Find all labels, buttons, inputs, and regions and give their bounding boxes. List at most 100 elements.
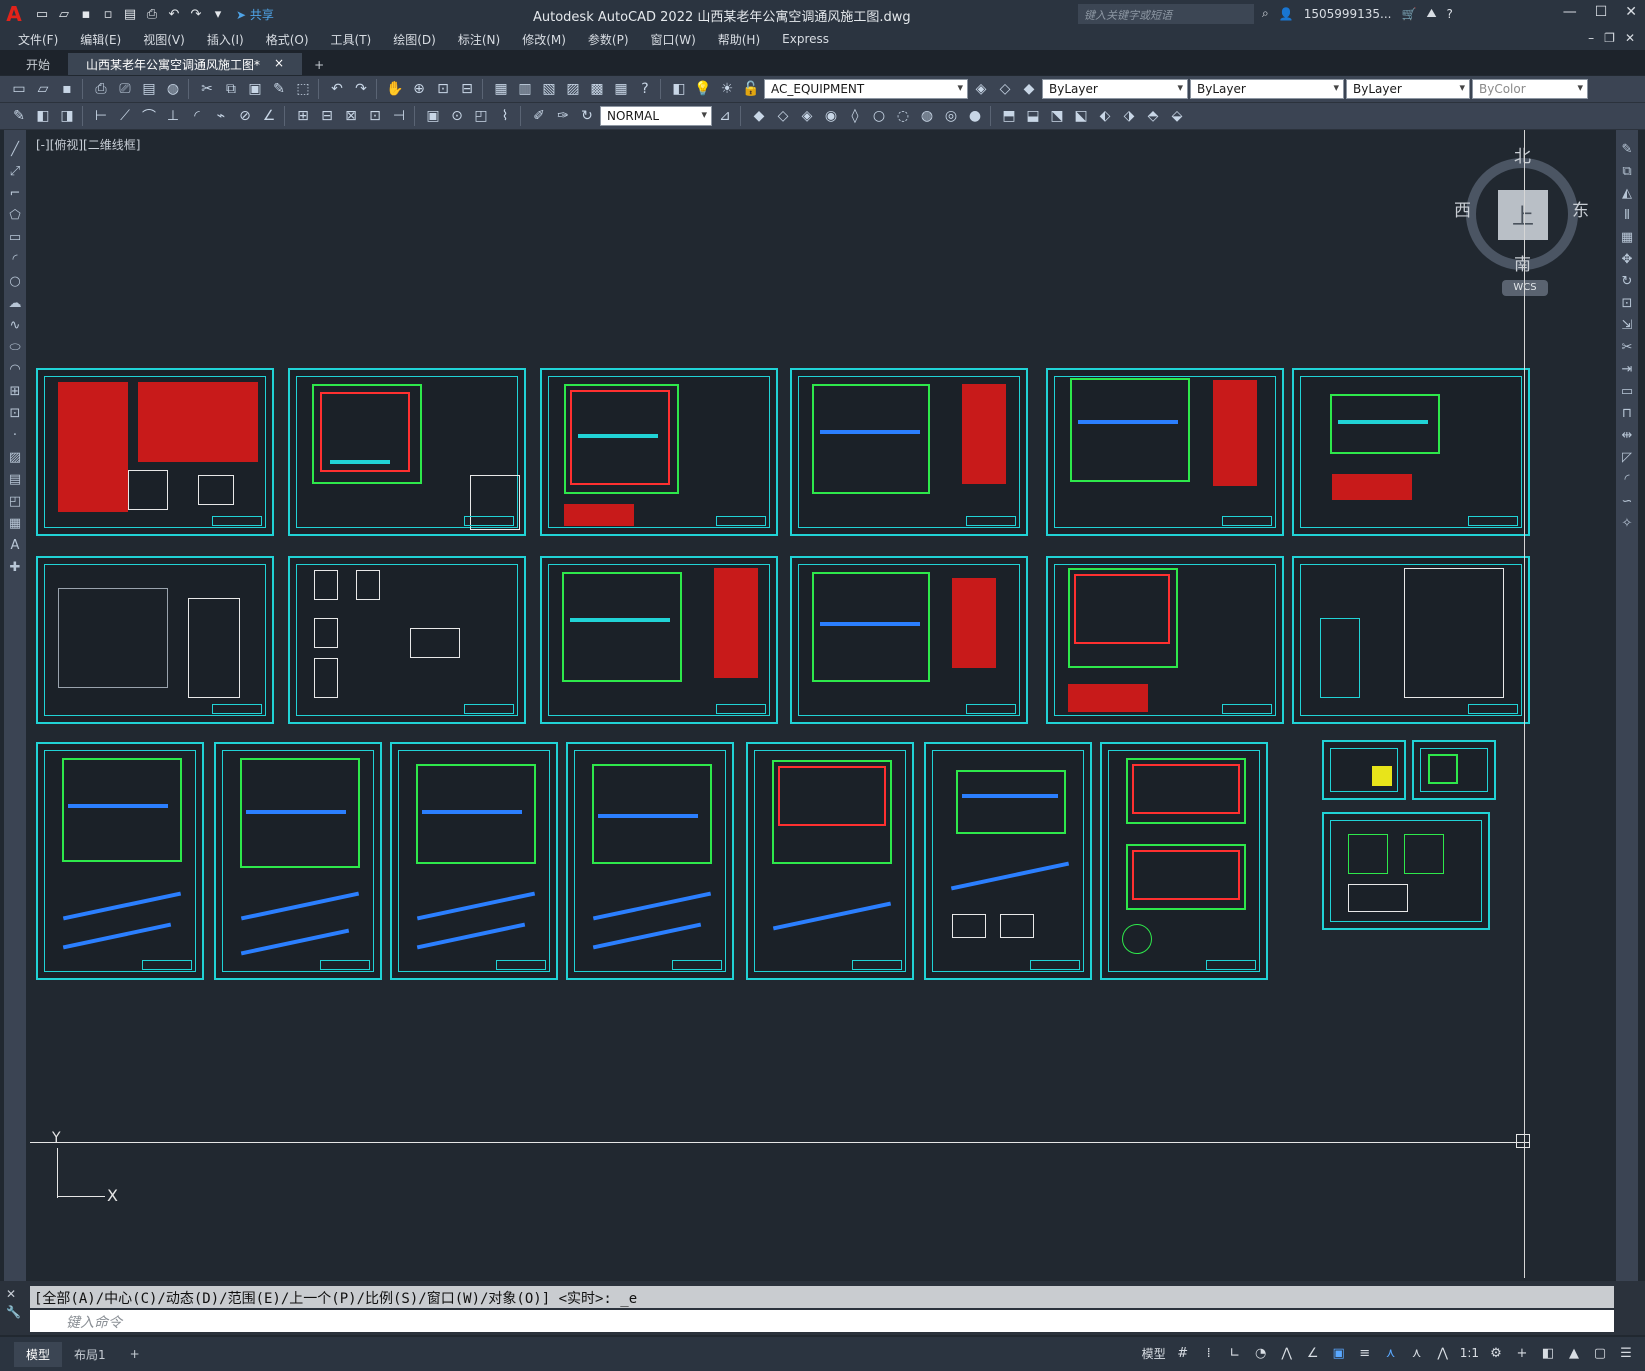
array-icon[interactable]: ▦ (1618, 228, 1636, 246)
ellipse-arc-icon[interactable]: ◠ (6, 360, 24, 378)
layer-previous-icon[interactable]: ◇ (994, 78, 1016, 100)
hatch-icon[interactable]: ▨ (6, 448, 24, 466)
zoom-window-icon[interactable]: ⊡ (432, 78, 454, 100)
line-icon[interactable]: ╱ (6, 140, 24, 158)
blend-icon[interactable]: ∽ (1618, 492, 1636, 510)
multiline-text-icon[interactable]: A (6, 536, 24, 554)
properties-icon[interactable]: ▦ (490, 78, 512, 100)
menu-parametric[interactable]: 参数(P) (588, 31, 641, 48)
tolerance-icon[interactable]: ▣ (422, 105, 444, 127)
jogged-linear-icon[interactable]: ⌇ (494, 105, 516, 127)
save-icon[interactable]: ▪ (76, 4, 96, 24)
add-selected-icon[interactable]: ✚ (6, 558, 24, 576)
break-point-icon[interactable]: ▭ (1618, 382, 1636, 400)
customize-icon[interactable]: 🔧 (6, 1305, 21, 1319)
grid-icon[interactable]: # (1174, 1344, 1192, 1362)
viewcube[interactable]: 上 北 南 东 西 WCS (1454, 147, 1589, 300)
center-mark-icon[interactable]: ⊙ (446, 105, 468, 127)
autocad-logo-icon[interactable]: A (0, 0, 28, 28)
explode-icon[interactable]: ✧ (1618, 514, 1636, 532)
menu-dimension[interactable]: 标注(N) (458, 31, 512, 48)
color-dropdown[interactable]: ByLayer (1042, 79, 1188, 99)
layer-dropdown[interactable]: AC_EQUIPMENT (764, 79, 968, 99)
ucs-zaxis-icon[interactable]: ⬙ (1166, 105, 1188, 127)
view-se-icon[interactable]: ◍ (916, 105, 938, 127)
add-icon[interactable]: + (1513, 1344, 1531, 1362)
polar-icon[interactable]: ◔ (1252, 1344, 1270, 1362)
doc-minimize-icon[interactable]: – (1588, 31, 1594, 45)
tab-start[interactable]: 开始 (8, 53, 68, 75)
circle-icon[interactable]: ○ (6, 272, 24, 290)
close-icon[interactable]: ✕ (1625, 4, 1637, 20)
scale-icon[interactable]: ⊡ (1618, 294, 1636, 312)
menu-modify[interactable]: 修改(M) (522, 31, 578, 48)
view-sw-icon[interactable]: ◌ (892, 105, 914, 127)
isolate-icon[interactable]: ◧ (1539, 1344, 1557, 1362)
drawing-sheet[interactable] (1322, 812, 1490, 930)
insert-block-icon[interactable]: ⊞ (6, 382, 24, 400)
layer-walk-icon[interactable]: ◨ (56, 105, 78, 127)
continue-icon[interactable]: ⊠ (340, 105, 362, 127)
mirror-icon[interactable]: ◭ (1618, 184, 1636, 202)
jogged-icon[interactable]: ⌁ (210, 105, 232, 127)
help-icon[interactable]: ? (1447, 7, 1453, 21)
ucs-view-icon[interactable]: ⬗ (1118, 105, 1140, 127)
menu-insert[interactable]: 插入(I) (207, 31, 256, 48)
polyline-icon[interactable]: ⌐ (6, 184, 24, 202)
chamfer-icon[interactable]: ◸ (1618, 448, 1636, 466)
drawing-sheet[interactable] (1100, 742, 1268, 980)
drawing-sheet[interactable] (36, 368, 274, 536)
redo-icon[interactable]: ↷ (350, 78, 372, 100)
move-icon[interactable]: ✥ (1618, 250, 1636, 268)
linetype-dropdown[interactable]: ByLayer (1190, 79, 1344, 99)
revision-cloud-icon[interactable]: ☁ (6, 294, 24, 312)
radius-icon[interactable]: ◜ (186, 105, 208, 127)
extend-icon[interactable]: ⇥ (1618, 360, 1636, 378)
ucs-icon[interactable]: ⬒ (998, 105, 1020, 127)
plot-icon[interactable]: ⎙ (90, 78, 112, 100)
compass-north[interactable]: 北 (1514, 142, 1531, 167)
share-button[interactable]: ➤ 共享 (236, 6, 274, 23)
join-icon[interactable]: ⇹ (1618, 426, 1636, 444)
drawing-sheet[interactable] (1292, 368, 1530, 536)
annotation-visibility-icon[interactable]: ⋏ (1382, 1344, 1400, 1362)
cut-icon[interactable]: ✂ (196, 78, 218, 100)
compass-west[interactable]: 西 (1454, 196, 1471, 221)
dimension-space-icon[interactable]: ⊡ (364, 105, 386, 127)
annotation-scale-value[interactable]: 1:1 (1460, 1346, 1479, 1360)
ucs-world-icon[interactable]: ⬓ (1022, 105, 1044, 127)
auto-scale-icon[interactable]: ⋏ (1408, 1344, 1426, 1362)
zoom-realtime-icon[interactable]: ⊕ (408, 78, 430, 100)
gradient-icon[interactable]: ▤ (6, 470, 24, 488)
view-left-icon[interactable]: ◈ (796, 105, 818, 127)
snap-icon[interactable]: ⁞ (1200, 1344, 1218, 1362)
visual-style-dropdown[interactable]: NORMAL (600, 106, 712, 126)
view-nw-icon[interactable]: ● (964, 105, 986, 127)
search-icon[interactable]: ⌕ (1262, 6, 1269, 21)
ellipse-icon[interactable]: ⬭ (6, 338, 24, 356)
close-command-line-icon[interactable]: ✕ (6, 1287, 21, 1301)
publish-icon[interactable]: ▤ (138, 78, 160, 100)
maximize-icon[interactable]: ☐ (1595, 4, 1608, 20)
ucs-face-icon[interactable]: ⬕ (1070, 105, 1092, 127)
drawing-sheet[interactable] (540, 368, 778, 536)
make-object-layer-icon[interactable]: ◧ (32, 105, 54, 127)
doc-close-icon[interactable]: ✕ (1625, 31, 1635, 45)
dimension-text-edit-icon[interactable]: ✑ (552, 105, 574, 127)
new-icon[interactable]: ▭ (8, 78, 30, 100)
view-top-icon[interactable]: ◆ (748, 105, 770, 127)
drawing-sheet[interactable] (36, 556, 274, 724)
globe-icon[interactable]: ◍ (162, 78, 184, 100)
sheet-set-icon[interactable]: ▨ (562, 78, 584, 100)
edit-icon[interactable]: ✎ (8, 105, 30, 127)
ordinate-icon[interactable]: ⊥ (162, 105, 184, 127)
hardware-accel-icon[interactable]: ▲ (1565, 1344, 1583, 1362)
minimize-icon[interactable]: — (1563, 4, 1577, 20)
annotation-scale-icon[interactable]: ⋀ (1434, 1344, 1452, 1362)
offset-icon[interactable]: ⫴ (1618, 206, 1636, 224)
aligned-dimension-icon[interactable]: ⟋ (114, 105, 136, 127)
dimension-break-icon[interactable]: ⊣ (388, 105, 410, 127)
drawing-sheet[interactable] (1322, 740, 1406, 800)
point-icon[interactable]: · (6, 426, 24, 444)
lineweight-icon[interactable]: ≡ (1356, 1344, 1374, 1362)
